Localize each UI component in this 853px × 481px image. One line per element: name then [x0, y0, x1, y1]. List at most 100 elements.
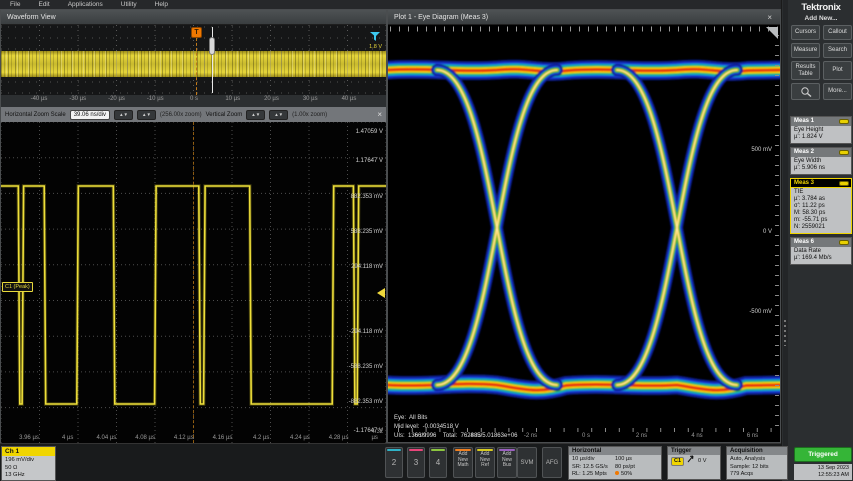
hzoom-factor-label: (256.00x zoom): [160, 112, 202, 118]
menu-item-edit[interactable]: Edit: [38, 0, 49, 9]
meas-value-line: σ': 11.22 ps: [794, 203, 848, 210]
voltage-axis-label: 882.353 mV: [351, 194, 383, 200]
menu-bar: File Edit Applications Utility Help: [0, 0, 853, 9]
draw-a-box-zoom-button[interactable]: [791, 83, 820, 100]
source-badge: [839, 150, 849, 155]
horizontal-panel-title: Horizontal: [569, 447, 661, 455]
channel1-tag[interactable]: C1 (Peak): [2, 282, 33, 292]
vzoom-step-button-1[interactable]: ▲▼: [246, 110, 265, 120]
sidebar-button-cursors[interactable]: Cursors: [791, 25, 820, 40]
sidebar-grip-handle[interactable]: [783, 0, 788, 460]
meas-value-line: µ': 5.906 ns: [794, 165, 848, 172]
horizontal-panel[interactable]: Horizontal 10 µs/div SR: 12.5 GS/s RL: 1…: [568, 446, 662, 480]
eye-window-title: Plot 1 - Eye Diagram (Meas 3): [394, 14, 488, 21]
zoom-cursor-handle[interactable]: [209, 37, 215, 55]
time-axis-label: 4.2 µs: [253, 435, 269, 441]
overview-time-label: 0 s: [190, 96, 198, 102]
meas-value-line: m: -55.71 ps: [794, 217, 848, 224]
channel1-scale: 196 mV/div: [5, 457, 52, 465]
menu-item-applications[interactable]: Applications: [68, 0, 103, 9]
eye-time-label: 2 ns: [636, 433, 647, 439]
meas-badge-header: Meas 3: [791, 179, 851, 188]
rising-edge-icon: [687, 455, 695, 466]
meas-badge-meas3[interactable]: Meas 3TIEµ': 3.784 asσ': 11.22 psM: 58.3…: [790, 178, 852, 234]
vzoom-step-button-2[interactable]: ▲▼: [269, 110, 288, 120]
eye-time-label: 4 ns: [691, 433, 702, 439]
time-axis-label: 4.04 µs: [96, 435, 116, 441]
resize-corner-icon[interactable]: [766, 27, 778, 39]
meas-badge-header: Meas 6: [791, 238, 851, 247]
overview-time-label: 20 µs: [264, 96, 279, 102]
meas-badge-body: TIEµ': 3.784 asσ': 11.22 psM: 58.30 psm:…: [791, 188, 851, 233]
meas-badge-meas2[interactable]: Meas 2Eye Widthµ': 5.906 ns: [790, 147, 852, 175]
triggered-status-button[interactable]: Triggered: [794, 447, 852, 462]
sidebar-button-search[interactable]: Search: [823, 43, 852, 58]
channel4-button[interactable]: 4: [429, 447, 447, 478]
vzoom-factor-label: (1.00x zoom): [292, 112, 327, 118]
channel3-button[interactable]: 3: [407, 447, 425, 478]
channel1-badge-body: 196 mV/div 50 Ω 13 GHz: [2, 456, 55, 480]
stripe-icon: [455, 449, 471, 451]
overview-time-axis: -40 µs-30 µs-20 µs-10 µs0 s10 µs20 µs30 …: [1, 95, 386, 107]
menu-item-utility[interactable]: Utility: [121, 0, 137, 9]
menu-item-file[interactable]: File: [10, 0, 20, 9]
button-line: Math: [454, 463, 472, 469]
overview-time-label: -30 µs: [69, 96, 86, 102]
trigger-level-arrow[interactable]: [377, 288, 385, 298]
eye-diagram-plot: 500 mV0 V-500 mV -6 ns-4 ns-2 ns0 s2 ns4…: [388, 25, 780, 442]
trigger-marker-icon[interactable]: T: [191, 27, 202, 38]
trigger-panel[interactable]: Trigger C1 0 V: [667, 446, 721, 480]
sidebar-button-measure[interactable]: Measure: [791, 43, 820, 58]
add-new-ref-button[interactable]: AddNewRef: [475, 447, 495, 478]
meas-badge-meas1[interactable]: Meas 1Eye Heightµ': 1.824 V: [790, 116, 852, 144]
source-badge: [839, 119, 849, 124]
measurement-badge-list: Meas 1Eye Heightµ': 1.824 V Meas 2Eye Wid…: [790, 116, 852, 265]
afg-button[interactable]: AFG: [542, 447, 562, 478]
eye-window-title-bar[interactable]: Plot 1 - Eye Diagram (Meas 3) ×: [388, 10, 780, 25]
time-axis-label: 4 µs: [62, 435, 73, 441]
waveform-view-title: Waveform View: [7, 14, 56, 21]
add-new-label: Add New...: [790, 15, 852, 22]
channel2-button[interactable]: 2: [385, 447, 403, 478]
vertical-zoom-label: Vertical Zoom: [206, 112, 243, 118]
meas-badge-body: Data Rateµ': 169.4 Mb/s: [791, 247, 851, 264]
channel1-badge[interactable]: Ch 1 196 mV/div 50 Ω 13 GHz: [1, 446, 56, 481]
channel1-bandwidth: 13 GHz: [5, 472, 52, 480]
hzoom-step-button-1[interactable]: ▲▼: [114, 110, 133, 120]
close-icon[interactable]: ×: [765, 13, 774, 22]
eye-time-label: 6 ns: [747, 433, 758, 439]
position-dot-icon: [615, 471, 619, 475]
acquisition-panel-title: Acquisition: [727, 447, 787, 455]
waveform-view-title-bar[interactable]: Waveform View: [1, 10, 386, 25]
waveform-overview: T 1.8 V: [1, 25, 386, 95]
horizontal-zoom-scale-input[interactable]: 39.06 ns/div: [70, 110, 110, 120]
svm-button[interactable]: SVM: [517, 447, 537, 478]
menu-item-help[interactable]: Help: [155, 0, 168, 9]
bottom-settings-bar: Ch 1 196 mV/div 50 Ω 13 GHz 234 AddNewMa…: [0, 443, 781, 481]
zoom-close-icon[interactable]: ×: [377, 110, 382, 119]
meas-value-line: N: 2559021: [794, 224, 848, 231]
sidebar-button-callout[interactable]: Callout: [823, 25, 852, 40]
add-new-bus-button[interactable]: AddNewBus: [497, 447, 517, 478]
hzoom-step-button-2[interactable]: ▲▼: [137, 110, 156, 120]
stripe-icon: [499, 449, 515, 451]
trigger-source-pill: C1: [671, 457, 684, 466]
button-line: Ref: [476, 463, 494, 469]
overview-time-label: 10 µs: [225, 96, 240, 102]
add-new-button-grid: CursorsCalloutMeasureSearchResults Table…: [791, 25, 852, 100]
meas-value-line: M: 58.30 ps: [794, 210, 848, 217]
sidebar-button-plot[interactable]: Plot: [823, 61, 852, 80]
meas-name: TIE: [794, 189, 848, 196]
time-axis-label: 4.08 µs: [135, 435, 155, 441]
sidebar-button-results-table[interactable]: Results Table: [791, 61, 820, 80]
overview-scale-label: 1.8 V: [369, 44, 382, 50]
time-axis-label: 4.32 µs: [371, 429, 383, 441]
eye-diagram-heatmap: [388, 25, 780, 442]
source-badge: [839, 181, 849, 186]
add-new-math-button[interactable]: AddNewMath: [453, 447, 473, 478]
right-sidebar: Tektronix Add New... CursorsCalloutMeasu…: [781, 0, 853, 481]
meas-badge-meas6[interactable]: Meas 6Data Rateµ': 169.4 Mb/s: [790, 237, 852, 265]
acquisition-panel[interactable]: Acquisition Auto, Analysis Sample: 12 bi…: [726, 446, 788, 480]
acquisition-sample: Sample: 12 bits: [730, 464, 784, 472]
sidebar-button-more[interactable]: More...: [823, 83, 852, 100]
